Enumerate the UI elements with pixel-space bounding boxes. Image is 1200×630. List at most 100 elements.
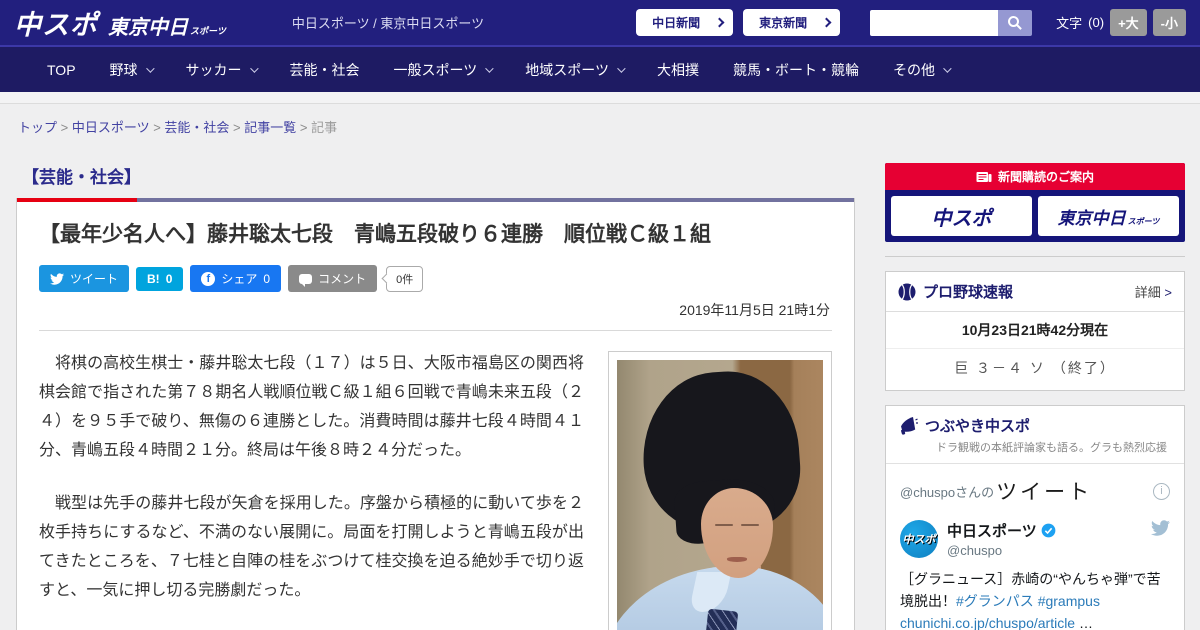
baseball-box-title: プロ野球速報 xyxy=(923,284,1014,301)
comment-label: コメント xyxy=(318,272,367,287)
chevron-down-icon xyxy=(249,63,259,73)
nav-item-芸能・社会[interactable]: 芸能・社会 xyxy=(273,60,377,80)
facebook-count: 0 xyxy=(263,271,271,286)
breadcrumb-link[interactable]: 芸能・社会 xyxy=(164,120,229,135)
tweets-box-title: つぶやき中スポ xyxy=(925,418,1031,435)
nav-item-label: 一般スポーツ xyxy=(393,61,478,78)
facebook-share-button[interactable]: f シェア 0 xyxy=(190,265,282,293)
nav-item-label: TOP xyxy=(47,61,76,78)
chunichi-shimbun-label: 中日新聞 xyxy=(652,16,701,30)
article-box: 【最年少名人へ】藤井聡太七段 青嶋五段破り６連勝 順位戦Ｃ級１組 ツイート B!… xyxy=(16,198,855,630)
speech-bubble-icon xyxy=(299,273,313,287)
nav-item-その他[interactable]: その他 xyxy=(876,60,966,80)
nav-item-label: 大相撲 xyxy=(657,61,699,78)
nav-item-label: 地域スポーツ xyxy=(525,61,609,78)
article-title: 【最年少名人へ】藤井聡太七段 青嶋五段破り６連勝 順位戦Ｃ級１組 xyxy=(39,223,711,246)
info-icon[interactable]: i xyxy=(1153,482,1170,500)
divider xyxy=(39,330,832,332)
hatena-share-button[interactable]: B! 0 xyxy=(136,266,184,291)
site-logo[interactable]: 中スポ 東京中日 スポーツ xyxy=(14,3,226,42)
font-size-controls: 文字 (0) +大 -小 xyxy=(1056,9,1186,36)
tokyo-shimbun-label: 東京新聞 xyxy=(759,16,808,30)
font-size-label: 文字 xyxy=(1056,16,1083,31)
tweet-share-label: ツイート xyxy=(70,272,119,287)
tweet-link[interactable]: #グランパス xyxy=(956,593,1034,609)
tweets-box-subtitle: ドラ観戦の本紙評論家も語る。グラも熱烈応援 xyxy=(936,442,1167,454)
chuspo-subscribe-button[interactable]: 中スポ xyxy=(891,196,1032,236)
section-heading: 【芸能・社会】 xyxy=(22,168,141,187)
baseball-icon xyxy=(898,283,916,300)
tokyo-chunichi-subscribe-button[interactable]: 東京中日 スポーツ xyxy=(1038,196,1179,236)
subscription-banner-label: 新聞購読のご案内 xyxy=(997,170,1094,184)
nav-item-TOP[interactable]: TOP xyxy=(30,62,93,78)
tweets-box: つぶやき中スポ ドラ観戦の本紙評論家も語る。グラも熱烈応援 @chuspoさんの… xyxy=(885,405,1185,630)
breadcrumb-current: 記事 xyxy=(311,120,338,135)
avatar[interactable]: 中スポ xyxy=(900,520,938,558)
tweet-link[interactable]: #grampus xyxy=(1038,593,1100,609)
nav-item-競馬・ボート・競輪[interactable]: 競馬・ボート・競輪 xyxy=(716,60,876,80)
twitter-embed: @chuspoさんの ツイート i 中スポ 中日スポーツ @chuspo ［グラ… xyxy=(886,463,1184,630)
chevron-right-icon xyxy=(821,17,832,28)
photo-face xyxy=(701,488,773,579)
subscription-banner[interactable]: 新聞購読のご案内 中スポ 東京中日 スポーツ xyxy=(885,163,1185,242)
chevron-down-icon xyxy=(485,63,494,73)
sidebar: 新聞購読のご案内 中スポ 東京中日 スポーツ プロ野球速報 詳細 > 10月23… xyxy=(885,149,1185,630)
search-input[interactable] xyxy=(870,9,999,36)
chevron-right-icon: > xyxy=(1164,285,1172,300)
nav-item-野球[interactable]: 野球 xyxy=(93,60,169,80)
nav-item-サッカー[interactable]: サッカー xyxy=(169,60,273,80)
search-icon xyxy=(1008,15,1022,30)
top-header-bar: 中スポ 東京中日 スポーツ 中日スポーツ / 東京中日スポーツ 中日新聞 東京新… xyxy=(0,0,1200,47)
comment-button[interactable]: コメント xyxy=(288,265,378,293)
font-smaller-button[interactable]: -小 xyxy=(1152,9,1186,36)
chunichi-shimbun-button[interactable]: 中日新聞 xyxy=(636,9,734,36)
chevron-down-icon xyxy=(943,63,952,73)
font-size-count: (0) xyxy=(1088,15,1105,30)
hatena-icon: B! xyxy=(147,271,160,286)
nav-item-label: 野球 xyxy=(109,61,138,78)
subnav-strip xyxy=(0,92,1200,104)
twitter-account-prefix: @chuspoさんの xyxy=(900,484,995,500)
hatena-count: 0 xyxy=(165,271,173,286)
tweet-link[interactable]: chunichi.co.jp/chuspo/article xyxy=(900,615,1075,630)
nav-item-label: 競馬・ボート・競輪 xyxy=(733,61,859,78)
twitter-bird-icon xyxy=(50,273,64,285)
tweet-share-button[interactable]: ツイート xyxy=(39,265,130,293)
breadcrumb: トップ > 中日スポーツ > 芸能・社会 > 記事一覧 > 記事 xyxy=(0,104,1200,149)
divider xyxy=(885,256,1185,257)
nav-item-label: 芸能・社会 xyxy=(289,61,360,78)
tokyo-chunichi-subscribe-sub: スポーツ xyxy=(1127,217,1160,226)
article-photo xyxy=(617,360,823,630)
twitter-bird-icon[interactable] xyxy=(1151,520,1171,536)
baseball-detail-link[interactable]: 詳細 > xyxy=(1135,282,1172,301)
score-line[interactable]: 巨 ３－４ ソ （終了） xyxy=(886,348,1184,390)
breadcrumb-link[interactable]: トップ xyxy=(18,120,57,135)
main-nav: TOP 野球 サッカー 芸能・社会 一般スポーツ 地域スポーツ 大相撲 競馬・ボート・競輪 その… xyxy=(0,47,1200,92)
tweet[interactable]: 中スポ 中日スポーツ @chuspo ［グラニュース］赤崎の“やんちゃ弾”で苦境… xyxy=(900,520,1171,630)
tweet-text-part: … xyxy=(1075,615,1093,630)
photo-tie xyxy=(701,608,739,630)
tweet-account-handle[interactable]: @chuspo xyxy=(947,543,1056,558)
breadcrumb-link[interactable]: 記事一覧 xyxy=(244,120,296,135)
logo-chuspo: 中スポ xyxy=(14,10,98,40)
search-button[interactable] xyxy=(998,9,1033,36)
breadcrumb-link[interactable]: 中日スポーツ xyxy=(72,120,150,135)
search-bar xyxy=(870,9,1033,36)
baseball-scores-box: プロ野球速報 詳細 > 10月23日21時42分現在 巨 ３－４ ソ （終了） xyxy=(885,271,1185,391)
verified-badge-icon xyxy=(1041,523,1056,538)
nav-item-大相撲[interactable]: 大相撲 xyxy=(640,60,716,80)
nav-item-地域スポーツ[interactable]: 地域スポーツ xyxy=(508,60,640,80)
tokyo-shimbun-button[interactable]: 東京新聞 xyxy=(743,9,841,36)
breadcrumb-separator: > xyxy=(296,120,312,135)
share-buttons-row: ツイート B! 0 f シェア 0 コメント 0件 xyxy=(39,265,832,293)
nav-item-一般スポーツ[interactable]: 一般スポーツ xyxy=(377,60,509,80)
score-timestamp: 10月23日21時42分現在 xyxy=(886,311,1184,348)
chevron-right-icon xyxy=(714,17,725,28)
breadcrumb-separator: > xyxy=(57,120,72,135)
font-larger-button[interactable]: +大 xyxy=(1110,9,1147,36)
comment-count-badge: 0件 xyxy=(386,265,424,292)
nav-item-label: その他 xyxy=(893,61,935,78)
logo-tokyo-chunichi: 東京中日 xyxy=(108,17,188,39)
tweet-account-name[interactable]: 中日スポーツ xyxy=(947,520,1037,541)
article-photo-box xyxy=(608,351,832,630)
